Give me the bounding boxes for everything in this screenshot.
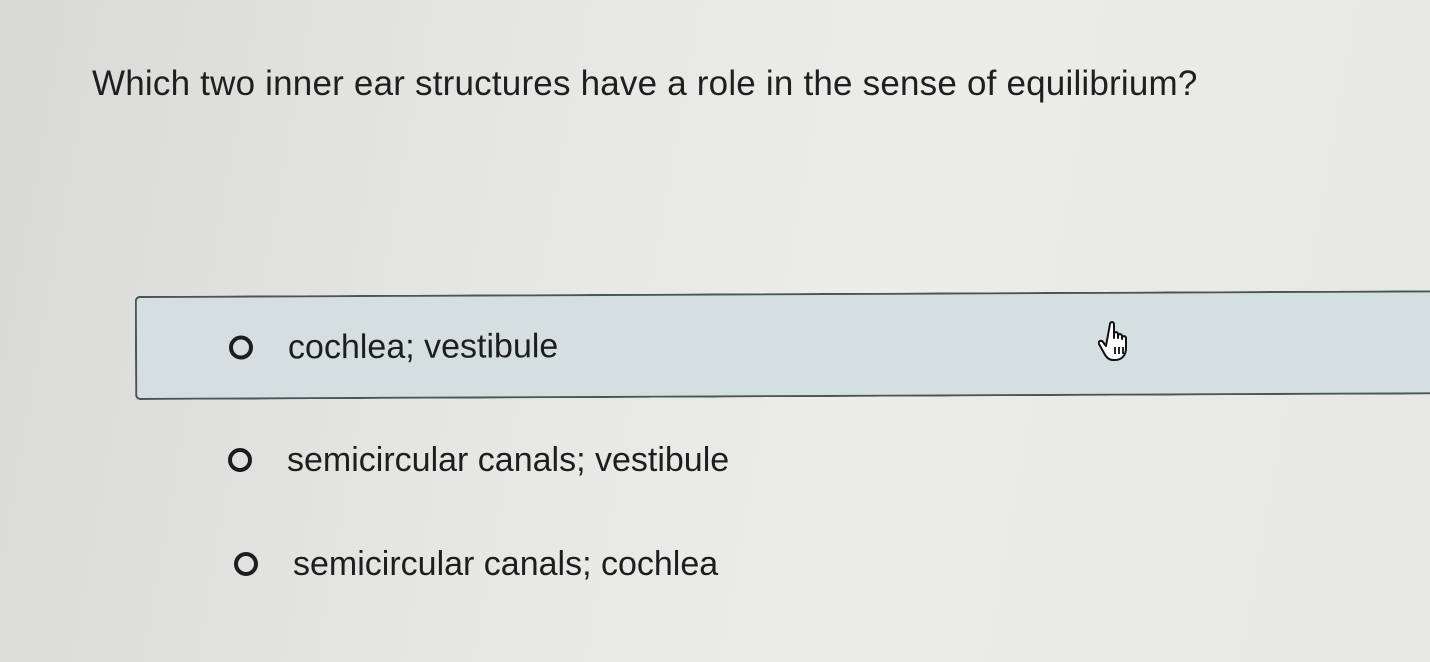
- option-semicircular-canals-cochlea[interactable]: semicircular canals; cochlea: [234, 538, 718, 590]
- option-cochlea-vestibule[interactable]: cochlea; vestibule: [134, 290, 1430, 400]
- option-label: cochlea; vestibule: [287, 326, 559, 366]
- radio-button-icon[interactable]: [228, 335, 254, 360]
- option-semicircular-canals-vestibule[interactable]: semicircular canals; vestibule: [228, 434, 729, 486]
- option-label: semicircular canals; cochlea: [293, 544, 719, 583]
- hand-pointer-icon: [1098, 321, 1127, 361]
- radio-button-icon[interactable]: [228, 448, 252, 472]
- radio-button-icon[interactable]: [234, 552, 258, 576]
- option-label: semicircular canals; vestibule: [287, 440, 730, 479]
- answer-options: cochlea; vestibule semicircular canals; …: [0, 0, 1430, 662]
